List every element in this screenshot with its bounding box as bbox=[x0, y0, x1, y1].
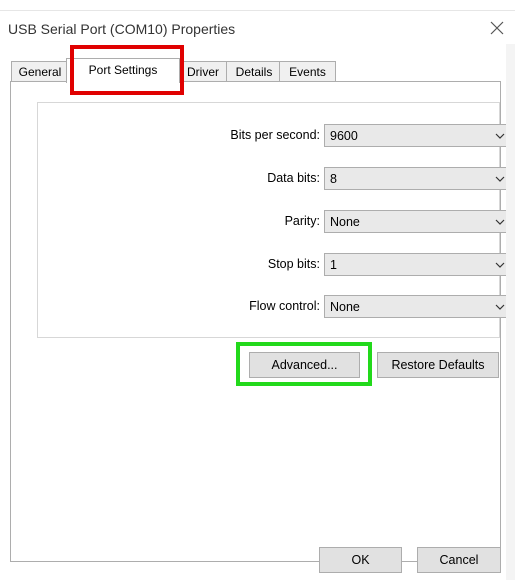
chevron-down-icon bbox=[495, 133, 505, 139]
cancel-button[interactable]: Cancel bbox=[417, 547, 501, 573]
stop-bits-value: 1 bbox=[330, 258, 337, 272]
tab-details[interactable]: Details bbox=[226, 61, 282, 82]
parity-row: Parity: None bbox=[38, 210, 512, 234]
flow-control-value: None bbox=[330, 300, 360, 314]
bits-per-second-label: Bits per second: bbox=[230, 128, 320, 142]
ok-button[interactable]: OK bbox=[319, 547, 402, 573]
tab-details-label: Details bbox=[235, 65, 273, 79]
close-icon[interactable] bbox=[489, 20, 505, 36]
data-bits-value: 8 bbox=[330, 172, 337, 186]
window-title: USB Serial Port (COM10) Properties bbox=[8, 21, 236, 37]
stop-bits-label: Stop bits: bbox=[267, 257, 320, 271]
data-bits-row: Data bits: 8 bbox=[38, 167, 512, 191]
bits-per-second-value: 9600 bbox=[330, 129, 358, 143]
tab-driver[interactable]: Driver bbox=[177, 61, 229, 82]
tab-general-label: General bbox=[18, 65, 62, 79]
chevron-down-icon bbox=[495, 262, 505, 268]
window-edge bbox=[506, 44, 515, 580]
settings-groupbox: Bits per second: 9600 Data bits: 8 Parit… bbox=[37, 102, 512, 338]
parity-select[interactable]: None bbox=[324, 210, 512, 233]
chevron-down-icon bbox=[495, 219, 505, 225]
tab-port-settings[interactable]: Port Settings bbox=[66, 58, 180, 83]
advanced-button[interactable]: Advanced... bbox=[249, 352, 360, 378]
chevron-down-icon bbox=[495, 176, 505, 182]
restore-defaults-button[interactable]: Restore Defaults bbox=[377, 352, 499, 378]
tab-port-settings-label: Port Settings bbox=[88, 63, 158, 77]
parity-label: Parity: bbox=[284, 214, 320, 228]
cropped-header-fragment bbox=[0, 0, 515, 10]
data-bits-select[interactable]: 8 bbox=[324, 167, 512, 190]
tab-events-label: Events bbox=[289, 65, 326, 79]
flow-control-select[interactable]: None bbox=[324, 295, 512, 318]
bits-per-second-row: Bits per second: 9600 bbox=[38, 124, 512, 148]
flow-control-row: Flow control: None bbox=[38, 295, 512, 319]
tab-general[interactable]: General bbox=[11, 61, 69, 82]
flow-control-label: Flow control: bbox=[249, 299, 320, 313]
tab-events[interactable]: Events bbox=[279, 61, 336, 82]
title-bar: USB Serial Port (COM10) Properties bbox=[0, 11, 515, 44]
chevron-down-icon bbox=[495, 304, 505, 310]
parity-value: None bbox=[330, 215, 360, 229]
stop-bits-row: Stop bits: 1 bbox=[38, 253, 512, 277]
tab-driver-label: Driver bbox=[187, 65, 219, 79]
stop-bits-select[interactable]: 1 bbox=[324, 253, 512, 276]
tab-panel-port-settings: Bits per second: 9600 Data bits: 8 Parit… bbox=[10, 81, 512, 562]
bits-per-second-select[interactable]: 9600 bbox=[324, 124, 512, 147]
data-bits-label: Data bits: bbox=[267, 171, 320, 185]
